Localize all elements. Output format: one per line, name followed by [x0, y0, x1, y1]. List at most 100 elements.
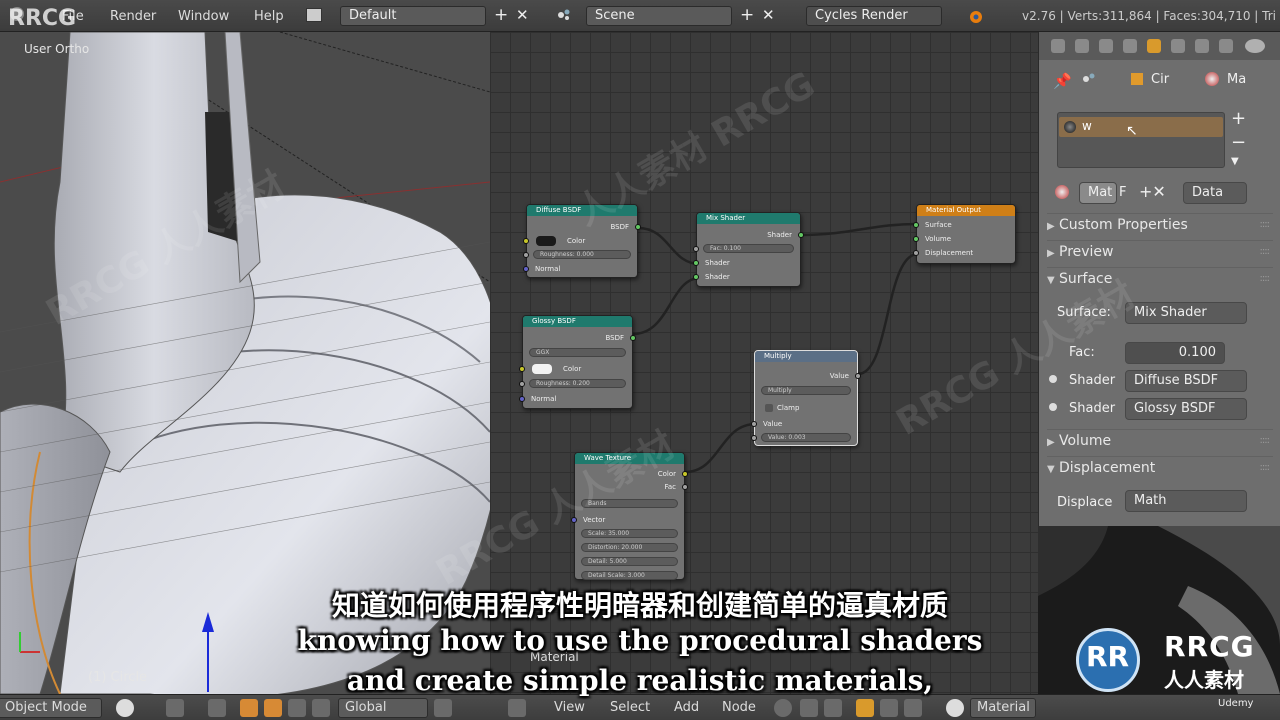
pivot-point-icon[interactable] [166, 699, 184, 717]
node-material-output[interactable]: Material Output Surface Volume Displacem… [913, 204, 1016, 264]
output-socket[interactable] [630, 335, 636, 341]
menu-select[interactable]: Select [610, 700, 650, 715]
interaction-mode-dropdown[interactable]: Object Mode [0, 698, 102, 718]
modifiers-tab-icon[interactable] [1195, 39, 1209, 53]
input-socket[interactable] [751, 435, 757, 441]
panel-preview[interactable]: ▶ Preview:::: [1047, 240, 1273, 262]
operation-dropdown[interactable]: Multiply [761, 386, 851, 395]
compositing-nodes-icon[interactable] [800, 699, 818, 717]
input-socket[interactable] [693, 274, 699, 280]
detail-field[interactable]: Detail: 5.000 [581, 557, 678, 566]
wave-type-dropdown[interactable]: Bands [581, 499, 678, 508]
input-socket[interactable] [519, 381, 525, 387]
node-editor-type-icon[interactable] [508, 699, 526, 717]
menu-view[interactable]: View [554, 700, 585, 715]
screen-layout-icon[interactable] [306, 8, 322, 22]
distribution-dropdown[interactable]: GGX [529, 348, 626, 357]
panel-volume[interactable]: ▶ Volume:::: [1047, 429, 1273, 451]
input-socket[interactable] [571, 517, 577, 523]
output-socket[interactable] [682, 471, 688, 477]
render-engine-dropdown[interactable]: Cycles Render [806, 6, 942, 26]
input-socket[interactable] [523, 252, 529, 258]
viewport-shading-icon[interactable] [116, 699, 134, 717]
input-socket[interactable] [913, 236, 919, 242]
render-layers-tab-icon[interactable] [1075, 39, 1089, 53]
data-tab-icon[interactable] [1219, 39, 1233, 53]
output-socket[interactable] [635, 224, 641, 230]
value-field[interactable]: Value: 0.003 [761, 433, 851, 442]
distortion-field[interactable]: Distortion: 20.000 [581, 543, 678, 552]
node-glossy-bsdf[interactable]: Glossy BSDF BSDF GGX Color Roughness: 0.… [519, 315, 636, 409]
material-name-field[interactable]: Mat [1079, 182, 1117, 204]
roughness-field[interactable]: Roughness: 0.200 [529, 379, 626, 388]
menu-render[interactable]: Render [110, 9, 156, 24]
world-tab-icon[interactable] [1123, 39, 1137, 53]
clamp-checkbox[interactable] [765, 404, 773, 412]
manipulator-icon[interactable] [312, 699, 330, 717]
add-screen-button[interactable]: + [494, 6, 508, 24]
texture-nodes-icon[interactable] [824, 699, 842, 717]
input-socket[interactable] [519, 366, 525, 372]
input-socket[interactable] [913, 222, 919, 228]
remove-scene-button[interactable]: ✕ [762, 6, 775, 24]
shader-type-field[interactable]: Material [970, 698, 1036, 718]
translate-manipulator-icon[interactable] [240, 699, 258, 717]
menu-node[interactable]: Node [722, 700, 756, 715]
layer-button-icon[interactable] [434, 699, 452, 717]
panel-surface[interactable]: ▼ Surface:::: [1047, 267, 1273, 289]
slot-specials-button[interactable]: ▼ [1231, 156, 1239, 167]
input-socket[interactable] [693, 246, 699, 252]
input-socket[interactable] [693, 260, 699, 266]
constraints-tab-icon[interactable] [1171, 39, 1185, 53]
color-swatch[interactable] [532, 364, 552, 374]
node-math-multiply[interactable]: Multiply Value Multiply Clamp Value Valu… [751, 350, 861, 446]
rotate-manipulator-icon[interactable] [264, 699, 282, 717]
remove-slot-button[interactable]: − [1231, 132, 1246, 153]
add-scene-button[interactable]: + [740, 6, 754, 24]
input-socket[interactable] [751, 421, 757, 427]
panel-custom-properties[interactable]: ▶ Custom Properties:::: [1047, 213, 1273, 235]
input-socket[interactable] [913, 250, 919, 256]
output-socket[interactable] [855, 373, 861, 379]
menu-help[interactable]: Help [254, 9, 284, 24]
new-material-button[interactable]: +✕ [1139, 182, 1166, 201]
transform-orientation-dropdown[interactable]: Global [338, 698, 428, 718]
color-swatch[interactable] [536, 236, 556, 246]
screen-layout-field[interactable]: Default [340, 6, 486, 26]
shader2-dropdown[interactable]: Glossy BSDF [1125, 398, 1247, 420]
world-shader-icon[interactable] [880, 699, 898, 717]
displace-dropdown[interactable]: Math [1125, 490, 1247, 512]
material-slot-list[interactable]: w ↖ [1057, 112, 1225, 168]
detail-scale-field[interactable]: Detail Scale: 3.000 [581, 571, 678, 580]
manipulator-toggle-icon[interactable] [208, 699, 226, 717]
node-mix-shader[interactable]: Mix Shader Shader Fac: 0.100 Shader Shad… [693, 212, 804, 287]
fake-user-button[interactable]: F [1119, 185, 1126, 200]
surface-shader-dropdown[interactable]: Mix Shader [1125, 302, 1247, 324]
material-browse-icon[interactable] [1055, 185, 1069, 199]
material-tab-icon[interactable] [1245, 39, 1265, 53]
scene-tab-icon[interactable] [1099, 39, 1113, 53]
panel-displacement[interactable]: ▼ Displacement:::: [1047, 456, 1273, 478]
shader-nodes-icon[interactable] [774, 699, 792, 717]
scene-field[interactable]: Scene [586, 6, 732, 26]
object-tab-icon[interactable] [1147, 39, 1161, 53]
shader1-dropdown[interactable]: Diffuse BSDF [1125, 370, 1247, 392]
object-shader-icon[interactable] [856, 699, 874, 717]
roughness-field[interactable]: Roughness: 0.000 [533, 250, 631, 259]
render-tab-icon[interactable] [1051, 39, 1065, 53]
menu-add[interactable]: Add [674, 700, 699, 715]
menu-window[interactable]: Window [178, 9, 229, 24]
material-type-icon[interactable] [946, 699, 964, 717]
input-socket[interactable] [519, 396, 525, 402]
scale-field[interactable]: Scale: 35.000 [581, 529, 678, 538]
fac-field[interactable]: Fac: 0.100 [703, 244, 794, 253]
add-slot-button[interactable]: + [1231, 108, 1246, 129]
fac-field[interactable]: 0.100 [1125, 342, 1225, 364]
scale-manipulator-icon[interactable] [288, 699, 306, 717]
link-dropdown[interactable]: Data [1183, 182, 1247, 204]
pin-icon[interactable]: 📌 [1053, 72, 1072, 90]
scene-icon[interactable] [556, 8, 572, 22]
input-socket[interactable] [523, 238, 529, 244]
line-style-icon[interactable] [904, 699, 922, 717]
remove-screen-button[interactable]: ✕ [516, 6, 529, 24]
